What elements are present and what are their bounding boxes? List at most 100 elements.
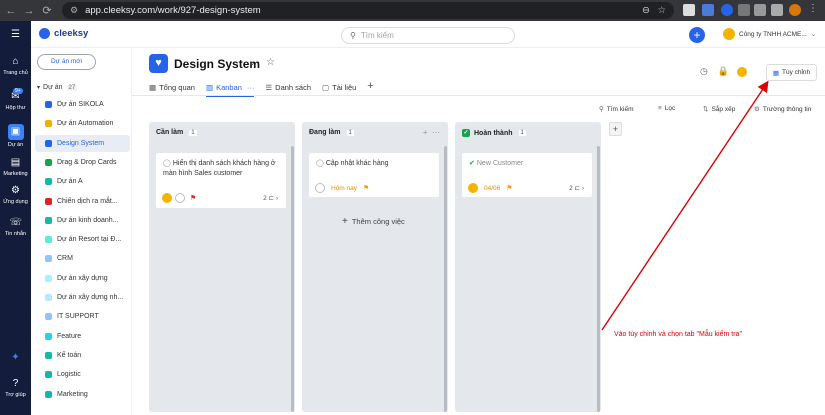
add-task-button[interactable]: + Thêm công việc	[342, 216, 405, 227]
tab-label: Kanban	[216, 83, 242, 92]
sidebar-project-item[interactable]: Dự án Resort tại Đ...	[35, 231, 130, 248]
sidebar-project-item[interactable]: Logistic	[35, 366, 130, 383]
subtask-count[interactable]: 2 ⊏ ›	[263, 194, 278, 202]
search-tool[interactable]: ⚲ Tìm kiếm	[599, 105, 634, 113]
sidebar-project-item[interactable]: Design System	[35, 134, 130, 152]
tab-label: Tài liệu	[332, 83, 357, 92]
back-icon[interactable]: ←	[4, 5, 18, 17]
extension-icon[interactable]	[721, 4, 733, 16]
sidepanel-icon[interactable]	[771, 4, 783, 16]
assignee-avatar[interactable]	[468, 183, 478, 193]
column-title: Đang làm	[309, 129, 341, 136]
task-card[interactable]: ◯ Cập nhật khác hàng Hôm nay ⚑	[308, 152, 440, 198]
forward-icon[interactable]: →	[22, 5, 36, 17]
hamburger-icon[interactable]: ☰	[0, 29, 31, 43]
subtask-count[interactable]: 2 ⊏ ›	[569, 184, 584, 192]
nav-apps[interactable]: ⚙ Ứng dụng	[0, 185, 31, 205]
sort-tool[interactable]: ⇅ Sắp xếp	[703, 105, 735, 113]
project-label: Kế toán	[57, 351, 82, 359]
column-scrollbar[interactable]	[597, 146, 600, 412]
sidebar-project-item[interactable]: Marketing	[35, 386, 130, 403]
sidebar-project-item[interactable]: Dự án SIKOLA	[35, 96, 130, 113]
assignee-avatar[interactable]	[162, 193, 172, 203]
more-icon[interactable]: ···	[247, 83, 255, 92]
sidebar-project-item[interactable]: Drag & Drop Cards	[35, 154, 130, 171]
check-circle-icon[interactable]: ◯	[163, 160, 171, 167]
sidebar-project-item[interactable]: Dự án xây dựng	[35, 270, 130, 287]
sidebar-project-item[interactable]: Dự án Automation	[35, 115, 130, 132]
history-icon[interactable]: ◷	[700, 66, 708, 76]
flag-icon[interactable]: ⚑	[506, 184, 512, 192]
ai-icon[interactable]: ✦	[0, 352, 31, 366]
chevron-down-icon[interactable]: ⌄	[249, 58, 256, 67]
add-column-button[interactable]: +	[609, 122, 622, 136]
search-input[interactable]: ⚲ Tìm kiếm	[341, 27, 515, 44]
help-icon: ?	[12, 378, 19, 389]
sidebar-project-item[interactable]: Feature	[35, 328, 130, 345]
due-date[interactable]: Hôm nay	[331, 185, 357, 192]
project-label: Dự án Resort tại Đ...	[57, 236, 122, 244]
lock-icon[interactable]: 🔒	[718, 66, 729, 76]
nav-help[interactable]: ? Trợ giúp	[0, 378, 31, 398]
projects-header[interactable]: ▾ Dự án 27	[37, 84, 78, 91]
logo[interactable]: cleeksy	[39, 28, 88, 39]
check-circle-icon[interactable]: ✔	[469, 160, 475, 167]
sort-tool-label: Sắp xếp	[711, 106, 736, 113]
card-title: Hiển thị danh sách khách hàng ở màn hình…	[163, 160, 276, 177]
customize-button[interactable]: ▦ Tùy chỉnh	[766, 64, 817, 81]
menu-icon[interactable]: ⋮	[808, 3, 820, 15]
sidebar-project-item[interactable]: Chiến dịch ra mắt...	[35, 193, 130, 210]
zoom-icon[interactable]: ⊖	[642, 5, 650, 16]
company-switcher[interactable]: Công ty TNHH ACME... ⌄	[723, 28, 816, 40]
sidebar-project-item[interactable]: Dự án kinh doanh...	[35, 212, 130, 229]
filter-tool[interactable]: ≡ Lọc	[658, 105, 675, 112]
nav-projects[interactable]: ▣ Dự án	[0, 124, 31, 148]
document-icon: ▢	[322, 83, 330, 92]
bookmark-icon[interactable]: ☆	[657, 5, 666, 16]
nav-messages[interactable]: ☏ Tin nhắn	[0, 217, 31, 237]
extensions-puzzle-icon[interactable]	[754, 4, 766, 16]
task-card[interactable]: ✔ New Customer 04/06 ⚑ 2 ⊏ ›	[461, 152, 593, 198]
new-project-button[interactable]: Dự án mới	[37, 54, 96, 70]
home-icon: ⌂	[12, 56, 19, 67]
nav-label: Trợ giúp	[5, 392, 26, 398]
add-button[interactable]: +	[689, 27, 705, 43]
project-color-icon	[45, 197, 52, 205]
site-info-icon[interactable]: ⚙	[70, 5, 78, 16]
column-scrollbar[interactable]	[291, 146, 294, 412]
kanban-icon: ▥	[205, 83, 214, 92]
add-assignee-icon[interactable]	[315, 183, 325, 193]
company-avatar	[723, 28, 735, 40]
task-card[interactable]: ◯ Hiển thị danh sách khách hàng ở màn hìn…	[155, 152, 287, 209]
address-bar[interactable]: ⚙ app.cleeksy.com/work/927-design-system…	[62, 2, 674, 19]
fields-tool[interactable]: ⚙ Trường thông tin	[754, 105, 811, 113]
flag-icon[interactable]: ⚑	[363, 184, 369, 192]
column-title: Cần làm	[156, 129, 184, 136]
search-tool-label: Tìm kiếm	[606, 106, 634, 113]
due-date[interactable]: 04/06	[484, 185, 500, 192]
nav-home[interactable]: ⌂ Trang chủ	[0, 56, 31, 76]
check-circle-icon[interactable]: ◯	[316, 160, 324, 167]
project-label: Logistic	[57, 371, 81, 379]
nav-marketing[interactable]: ▤ Marketing	[0, 157, 31, 177]
column-actions[interactable]: + ⋯	[423, 128, 440, 137]
column-scrollbar[interactable]	[444, 146, 447, 412]
reload-icon[interactable]: ⟳	[40, 4, 54, 17]
add-assignee-icon[interactable]	[175, 193, 185, 203]
translate-icon[interactable]	[702, 4, 714, 16]
sidebar-project-item[interactable]: IT SUPPORT	[35, 308, 130, 325]
nav-inbox[interactable]: 9+ ✉ Hộp thư	[0, 88, 31, 111]
flag-icon[interactable]: ⚑	[190, 194, 196, 202]
profile-avatar[interactable]	[789, 4, 801, 16]
nav-label: Tin nhắn	[4, 231, 27, 237]
sidebar-project-item[interactable]: Kế toán	[35, 347, 130, 364]
sidebar-project-item[interactable]: CRM	[35, 250, 130, 267]
inbox-badge: 9+	[13, 88, 23, 94]
sidebar-project-item[interactable]: Dự án A	[35, 173, 130, 190]
sidebar-project-item[interactable]: Dự án xây dựng nh...	[35, 289, 130, 306]
star-icon[interactable]: ☆	[266, 57, 275, 68]
extension-icon[interactable]	[683, 4, 695, 16]
member-avatar[interactable]	[736, 66, 747, 77]
extension-icon[interactable]	[738, 4, 750, 16]
projects-label: Dự án	[43, 84, 63, 91]
